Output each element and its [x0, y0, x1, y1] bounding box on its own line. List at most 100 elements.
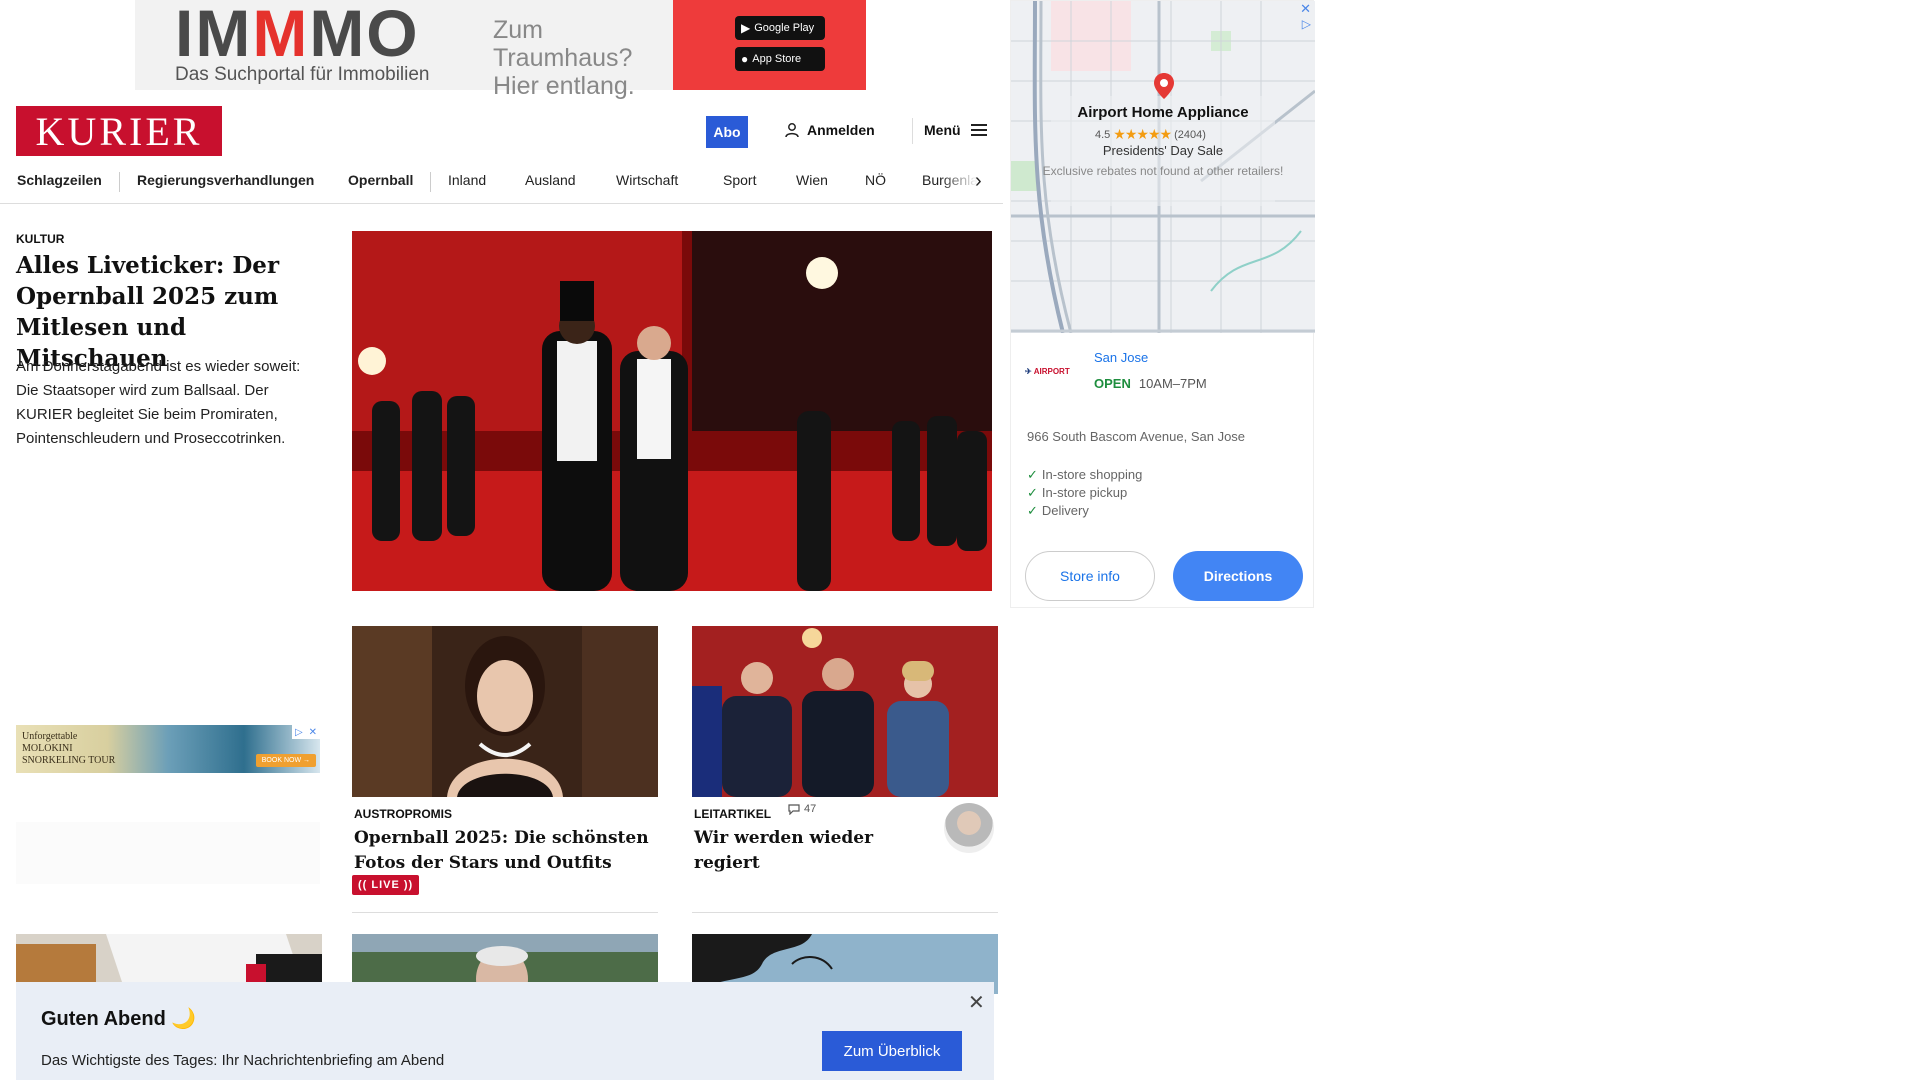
card-image-austropromis[interactable]	[352, 626, 658, 797]
nav-divider	[119, 172, 120, 192]
top-ad-banner[interactable]: IMMMO Das Suchportal für Immobilien Zum …	[135, 0, 866, 100]
nav-item-regierungsverhandlungen[interactable]: Regierungsverhandlungen	[137, 172, 314, 188]
main-nav: Schlagzeilen Regierungsverhandlungen Ope…	[0, 162, 1003, 204]
lead-teaser: Am Donnerstagabend ist es wieder soweit:…	[16, 358, 301, 447]
ad-headline-line-1: Zum Traumhaus?	[493, 16, 633, 72]
ad-brand-panel: IMMMO Das Suchportal für Immobilien	[135, 0, 473, 90]
store-hours: OPEN 10AM–7PM	[1094, 376, 1207, 391]
abo-button[interactable]: Abo	[706, 116, 748, 148]
sale-text: Presidents' Day Sale	[1102, 143, 1224, 158]
nav-item-sport[interactable]: Sport	[723, 172, 756, 188]
card-divider	[352, 912, 658, 913]
card-image-leitartikel[interactable]	[692, 626, 998, 797]
nav-item-inland[interactable]: Inland	[448, 172, 486, 188]
newsletter-banner: Guten Abend 🌙 Das Wichtigste des Tages: …	[16, 982, 994, 1080]
snorkeling-ad-line-3: SNORKELING TOUR	[22, 755, 116, 766]
close-icon[interactable]: ✕	[968, 990, 985, 1015]
store-city[interactable]: San Jose	[1094, 350, 1148, 365]
store-rating: 4.5 ★★★★★ (2404)	[1095, 126, 1206, 143]
star-rating-icon: ★★★★★	[1113, 126, 1172, 142]
ad-info-icon[interactable]: ▷	[295, 727, 303, 738]
review-count: (2404)	[1174, 128, 1206, 141]
close-icon[interactable]: ✕	[309, 727, 317, 738]
live-badge: (( LIVE ))	[352, 875, 420, 895]
ad-brand-logo: IMMMO	[175, 0, 420, 70]
nav-item-schlagzeilen[interactable]: Schlagzeilen	[17, 172, 102, 188]
check-icon: ✓	[1027, 467, 1038, 482]
author-avatar[interactable]	[944, 803, 994, 853]
ad-headline-line-2: Hier entlang.	[493, 72, 635, 100]
nav-fade	[940, 162, 1003, 203]
site-header: KURIER Abo Anmelden Menü	[0, 106, 1000, 156]
snorkeling-ad[interactable]: Unforgettable MOLOKINI SNORKELING TOUR B…	[16, 725, 320, 773]
feature-label: In-store shopping	[1041, 467, 1143, 482]
app-store-button[interactable]: ● App Store	[735, 47, 825, 71]
google-play-label: Google Play	[754, 22, 815, 34]
close-icon[interactable]: ✕	[1300, 1, 1311, 17]
ad-choices-icon[interactable]: ▷	[1302, 17, 1311, 31]
app-store-label: App Store	[752, 53, 802, 65]
check-icon: ✓	[1027, 503, 1038, 518]
nav-item-wirtschaft[interactable]: Wirtschaft	[616, 172, 678, 188]
card-headline[interactable]: Wir werden wieder regiert	[694, 826, 934, 876]
menu-label: Menü	[924, 122, 961, 138]
opernball-red-carpet-photo	[352, 231, 992, 591]
chevron-right-icon[interactable]: ›	[975, 170, 982, 193]
map-pin-icon[interactable]	[1154, 73, 1174, 99]
card-headline[interactable]: Opernball 2025: Die schönsten Fotos der …	[354, 826, 654, 876]
menu-button[interactable]: Menü	[924, 122, 987, 138]
nav-item-ausland[interactable]: Ausland	[525, 172, 576, 188]
ad-store-buttons: ▶ Google Play ● App Store	[673, 0, 866, 90]
directions-button[interactable]: Directions	[1173, 551, 1303, 601]
opening-hours: 10AM–7PM	[1138, 376, 1207, 391]
ad-choices-close[interactable]: ▷ ✕	[292, 725, 320, 739]
header-divider	[912, 118, 913, 144]
feature-label: Delivery	[1041, 503, 1089, 518]
card-kicker[interactable]: AUSTROPROMIS	[354, 807, 452, 821]
empty-ad-slot	[16, 822, 320, 884]
rating-value: 4.5	[1095, 128, 1111, 141]
ad-brand-sub: Das Suchportal für Immobilien	[175, 64, 430, 85]
nav-item-opernball[interactable]: Opernball	[348, 172, 413, 188]
comment-count[interactable]: 47	[788, 803, 816, 815]
kurier-logo[interactable]: KURIER	[16, 106, 222, 156]
newsletter-text: Das Wichtigste des Tages: Ihr Nachrichte…	[41, 1052, 445, 1069]
feature-item: ✓ Delivery	[1027, 502, 1142, 520]
ad-headline: Zum Traumhaus? Hier entlang.	[473, 0, 673, 100]
government-group-photo	[692, 626, 998, 797]
feature-item: ✓ In-store pickup	[1027, 484, 1142, 502]
store-logo-text: AIRPORT	[1033, 366, 1070, 376]
card-divider	[692, 912, 998, 913]
snorkeling-ad-line-2: MOLOKINI	[22, 743, 73, 754]
nav-item-wien[interactable]: Wien	[796, 172, 828, 188]
map-store-name[interactable]: Airport Home Appliance	[1011, 104, 1315, 121]
plane-icon: ✈	[1025, 366, 1032, 376]
lead-kicker[interactable]: KULTUR	[16, 232, 64, 246]
woman-portrait-photo	[352, 626, 658, 797]
store-info-button[interactable]: Store info	[1025, 551, 1155, 601]
feature-item: ✓ In-store shopping	[1027, 466, 1142, 484]
card-kicker[interactable]: LEITARTIKEL	[694, 807, 771, 821]
page: IMMMO Das Suchportal für Immobilien Zum …	[0, 0, 1920, 1080]
newsletter-title: Guten Abend 🌙	[41, 1008, 197, 1030]
lead-image[interactable]	[352, 231, 992, 591]
sale-note: Exclusive rebates not found at other ret…	[1042, 164, 1284, 178]
nav-item-noe[interactable]: NÖ	[865, 172, 886, 188]
comment-count-value: 47	[804, 803, 817, 815]
open-status: OPEN	[1094, 376, 1131, 391]
snorkeling-ad-line-1: Unforgettable	[22, 731, 78, 742]
hamburger-icon	[970, 124, 987, 136]
snorkeling-ad-text: Unforgettable MOLOKINI SNORKELING TOUR	[22, 731, 115, 767]
feature-label: In-store pickup	[1041, 485, 1128, 500]
store-map[interactable]: Airport Home Appliance 4.5 ★★★★★ (2404) …	[1011, 1, 1315, 333]
user-icon	[785, 122, 799, 137]
google-play-button[interactable]: ▶ Google Play	[735, 16, 825, 40]
map-advertisement[interactable]: Airport Home Appliance 4.5 ★★★★★ (2404) …	[1010, 0, 1315, 608]
zum-ueberblick-button[interactable]: Zum Überblick	[822, 1031, 962, 1071]
store-address: 966 South Bascom Avenue, San Jose	[1027, 429, 1246, 444]
check-icon: ✓	[1027, 485, 1038, 500]
login-button[interactable]: Anmelden	[785, 122, 875, 138]
login-label: Anmelden	[807, 122, 875, 138]
book-now-button[interactable]: BOOK NOW →	[255, 754, 316, 767]
store-features: ✓ In-store shopping ✓ In-store pickup ✓ Del…	[1027, 466, 1142, 520]
